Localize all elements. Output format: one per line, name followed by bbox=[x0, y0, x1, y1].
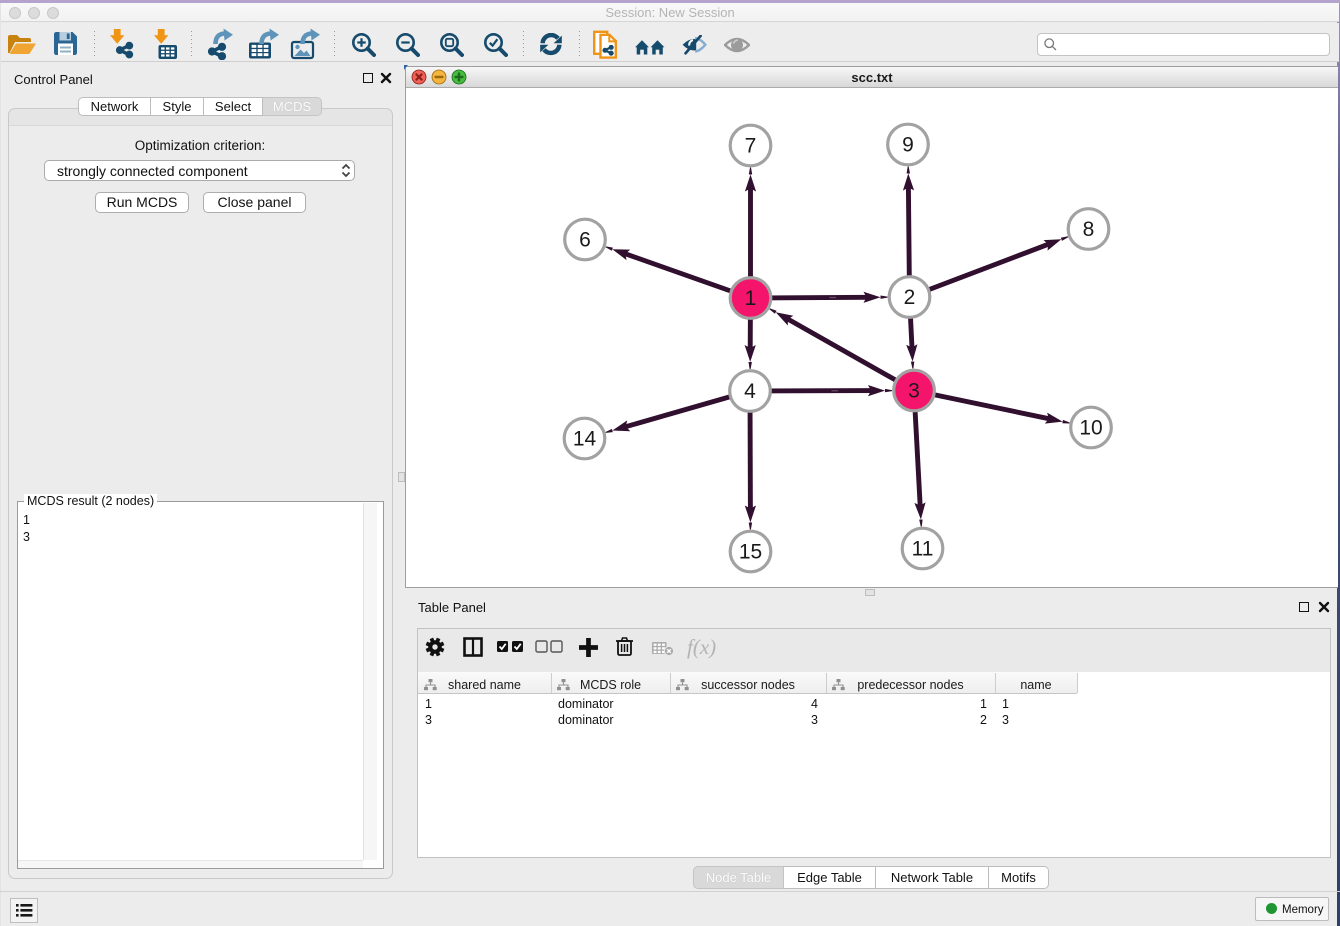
svg-text:9: 9 bbox=[902, 134, 914, 157]
svg-text:14: 14 bbox=[573, 428, 597, 451]
svg-text:8: 8 bbox=[1083, 218, 1095, 241]
svg-text:1: 1 bbox=[745, 287, 757, 310]
svg-text:7: 7 bbox=[745, 135, 757, 158]
svg-text:3: 3 bbox=[908, 380, 920, 403]
svg-text:2: 2 bbox=[904, 286, 916, 309]
svg-text:10: 10 bbox=[1079, 417, 1102, 440]
svg-text:4: 4 bbox=[744, 380, 756, 403]
svg-text:15: 15 bbox=[739, 541, 762, 564]
svg-text:6: 6 bbox=[579, 229, 591, 252]
svg-text:11: 11 bbox=[912, 538, 934, 561]
